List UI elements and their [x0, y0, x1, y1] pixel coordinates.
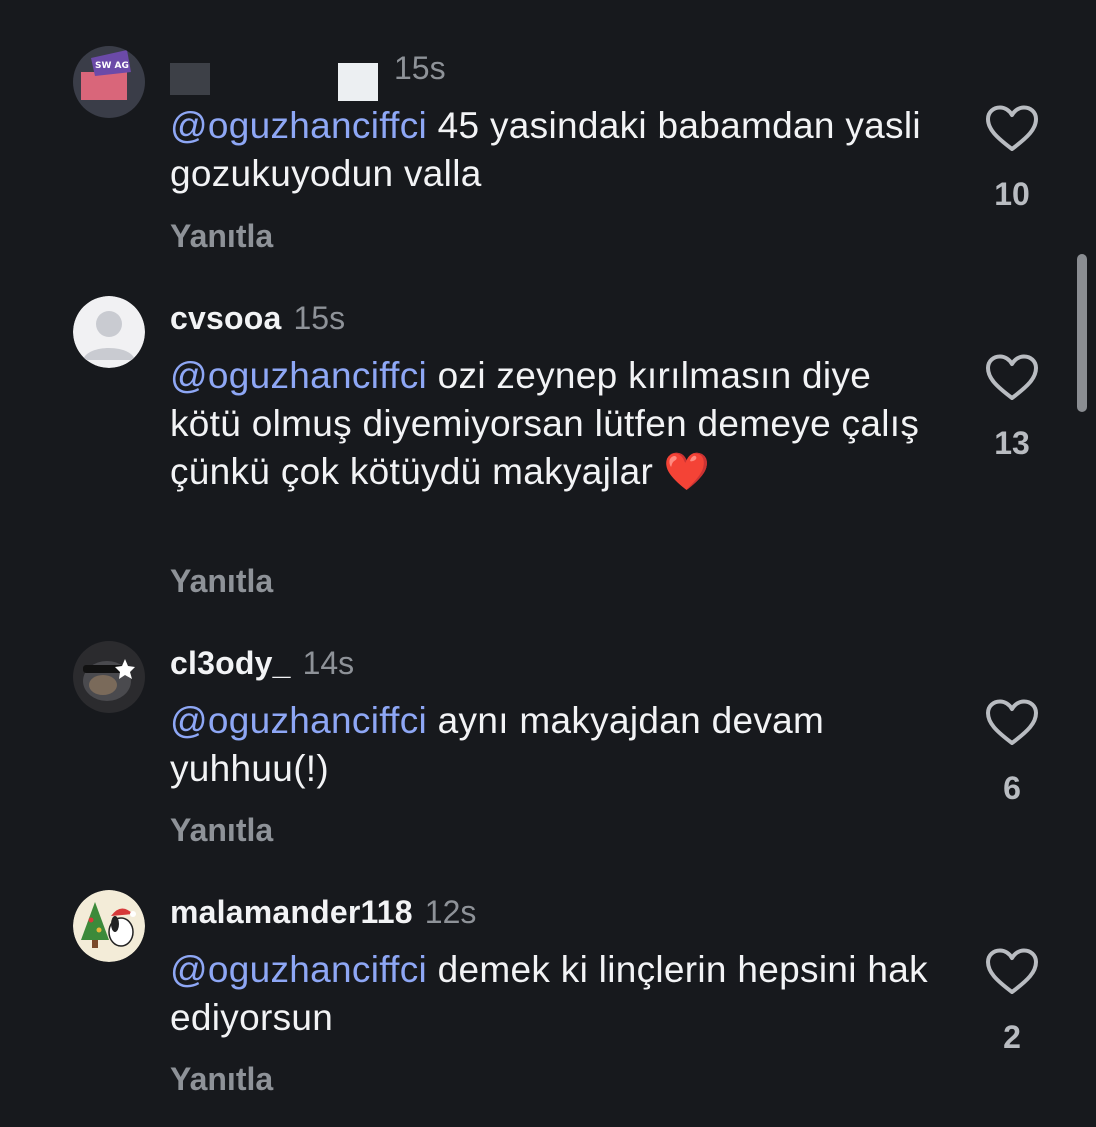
like-count: 2	[1003, 1019, 1021, 1055]
comment-timestamp: 15s	[394, 49, 446, 86]
comment-text: @oguzhanciffci ozi zeynep kırılmasın diy…	[170, 352, 930, 496]
like-button[interactable]	[984, 947, 1040, 997]
heart-outline-icon	[986, 354, 1038, 400]
comment-username[interactable]: cvsooa	[170, 300, 281, 337]
comment-meta: 15s	[170, 46, 446, 101]
comment-timestamp: 15s	[293, 299, 346, 336]
default-user-avatar-icon[interactable]	[73, 296, 145, 368]
like-count: 6	[1003, 770, 1021, 806]
comment-timestamp: 12s	[424, 893, 477, 930]
comment-username[interactable]: cl3ody_	[170, 645, 291, 682]
comment-text: @oguzhanciffci 45 yasindaki babamdan yas…	[170, 102, 950, 198]
like-button[interactable]	[984, 353, 1040, 403]
comment-timestamp: 14s	[302, 644, 355, 681]
mention-link[interactable]: @oguzhanciffci	[170, 700, 427, 741]
comment-meta: cvsooa 15s	[170, 296, 345, 340]
mention-link[interactable]: @oguzhanciffci	[170, 949, 427, 990]
heart-outline-icon	[986, 105, 1038, 151]
comment-text: @oguzhanciffci aynı makyajdan devam yuhh…	[170, 697, 950, 793]
mention-link[interactable]: @oguzhanciffci	[170, 105, 427, 146]
redacted-username	[170, 49, 380, 101]
heart-outline-icon	[986, 948, 1038, 994]
reply-button[interactable]: Yanıtla	[170, 218, 273, 255]
comment-text: @oguzhanciffci demek ki linçlerin hepsin…	[170, 946, 950, 1042]
comment-meta: cl3ody_ 14s	[170, 641, 354, 685]
reply-button[interactable]: Yanıtla	[170, 812, 273, 849]
like-button[interactable]	[984, 698, 1040, 748]
reply-button[interactable]: Yanıtla	[170, 1061, 273, 1098]
christmas-snoopy-avatar-icon[interactable]	[73, 890, 145, 962]
like-count: 10	[994, 176, 1030, 212]
heart-outline-icon	[986, 699, 1038, 745]
mention-link[interactable]: @oguzhanciffci	[170, 355, 427, 396]
scrollbar-thumb[interactable]	[1077, 254, 1087, 412]
like-button[interactable]	[984, 104, 1040, 154]
sticker-avatar-icon[interactable]: SW AG	[73, 46, 145, 118]
svg-text:SW AG: SW AG	[95, 61, 129, 71]
reply-button[interactable]: Yanıtla	[170, 563, 273, 600]
cat-photo-avatar-icon[interactable]	[73, 641, 145, 713]
comment-username[interactable]: malamander118	[170, 894, 413, 931]
like-count: 13	[994, 425, 1030, 461]
comment-meta: malamander118 12s	[170, 890, 476, 934]
